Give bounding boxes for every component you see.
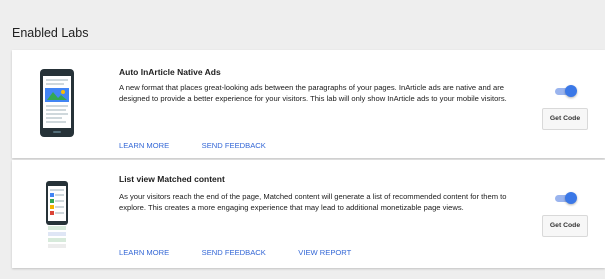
lab-description: A new format that places great-looking a… (119, 83, 507, 103)
toggle-knob (565, 192, 577, 204)
enable-toggle[interactable] (555, 192, 577, 204)
learn-more-link[interactable]: LEARN MORE (119, 141, 169, 150)
lab-title: List view Matched content (119, 174, 225, 184)
phone-matched-content-icon (39, 180, 75, 257)
enable-toggle[interactable] (555, 85, 577, 97)
toggle-knob (565, 85, 577, 97)
lab-card-auto-inarticle: Auto InArticle Native Ads A new format t… (12, 50, 605, 158)
page-heading: Enabled Labs (12, 26, 89, 40)
lab-description: As your visitors reach the end of the pa… (119, 192, 507, 212)
learn-more-link[interactable]: LEARN MORE (119, 248, 169, 257)
lab-card-list-view-matched-content: List view Matched content As your visito… (12, 160, 605, 268)
send-feedback-link[interactable]: SEND FEEDBACK (202, 141, 266, 150)
phone-inarticle-ad-icon (39, 68, 75, 143)
get-code-button[interactable]: Get Code (542, 108, 588, 130)
lab-title: Auto InArticle Native Ads (119, 67, 221, 77)
view-report-link[interactable]: VIEW REPORT (298, 248, 351, 257)
send-feedback-link[interactable]: SEND FEEDBACK (202, 248, 266, 257)
get-code-button[interactable]: Get Code (542, 215, 588, 237)
